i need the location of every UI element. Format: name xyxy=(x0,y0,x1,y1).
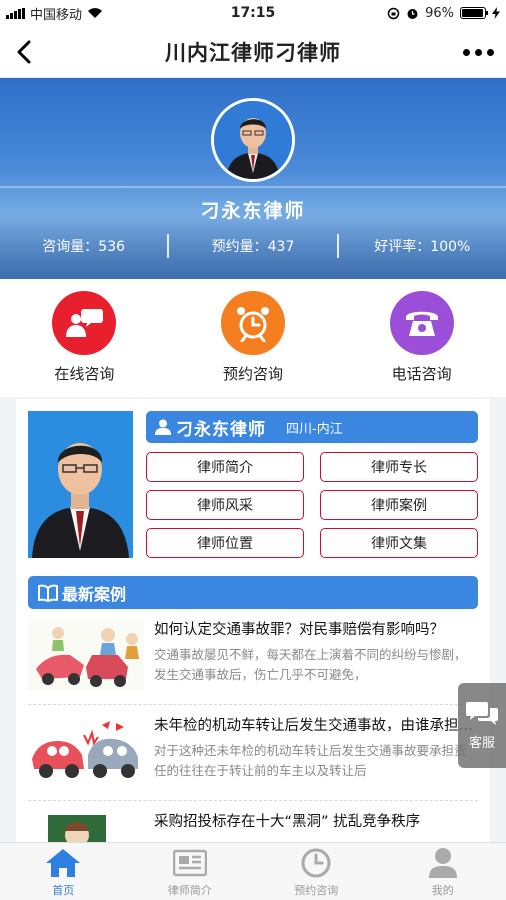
lawyer-card: 刁永东律师 四川-内江 律师简介 律师专长 律师风采 律师案例 律师位置 律师文… xyxy=(16,399,490,897)
carrier-label: 中国移动 xyxy=(30,7,83,23)
more-dot-icon xyxy=(463,48,470,56)
case-text: 如何认定交通事故罪？对民事赔偿有影响吗？ 交通事故屡见不鲜，每天都在上演着不同的… xyxy=(154,619,478,704)
case-description: 对于这种还未年检的机动车转让后发生交通事故要承担责任的往往在于转让前的车主以及转… xyxy=(154,743,467,778)
customer-service-label: 客服 xyxy=(468,736,495,751)
wifi-icon xyxy=(88,8,103,18)
page-title: 川内江律师刁律师 xyxy=(165,40,341,65)
status-left: 中国移动 xyxy=(6,4,103,23)
latest-cases-title: 最新案例 xyxy=(62,584,127,604)
lawyer-articles-button[interactable]: 律师文集 xyxy=(320,528,478,558)
case-title: 未年检的机动车转让后发生交通事故，由谁承担责任？ xyxy=(154,718,478,734)
profile-lawyer-name: 刁永东律师 xyxy=(176,419,266,440)
case-thumbnail xyxy=(28,619,144,691)
profile-region: 四川-内江 xyxy=(286,421,343,437)
profile-name-bar: 刁永东律师 四川-内江 xyxy=(146,411,478,443)
case-description: 交通事故屡见不鲜，每天都在上演着不同的纠纷与惨剧，发生交通事故后，伤亡几乎不可避… xyxy=(154,647,467,682)
lawyer-location-button[interactable]: 律师位置 xyxy=(146,528,304,558)
profile-button-grid: 律师简介 律师专长 律师风采 律师案例 律师位置 律师文集 xyxy=(146,452,478,558)
customer-service-button[interactable]: 客服 xyxy=(458,683,506,768)
case-text: 未年检的机动车转让后发生交通事故，由谁承担责任？ 对于这种还未年检的机动车转让后… xyxy=(154,715,478,800)
stat-appointments: 预约量：437 xyxy=(211,239,295,255)
banner-lawyer-name: 刁永东律师 xyxy=(200,200,306,222)
more-dot-icon xyxy=(487,48,494,56)
appointment-consult-button[interactable]: 预约咨询 xyxy=(198,291,308,384)
battery-percent: 96% xyxy=(425,5,454,21)
stat-consultations: 咨询量：536 xyxy=(42,239,126,255)
alarm-icon xyxy=(407,8,418,19)
alarm-clock-icon xyxy=(220,291,285,355)
chevron-left-icon xyxy=(17,40,31,64)
case-item[interactable]: 未年检的机动车转让后发生交通事故，由谁承担责任？ 对于这种还未年检的机动车转让后… xyxy=(28,705,478,801)
tab-mine[interactable]: 我的 xyxy=(380,843,506,900)
tab-mine-label: 我的 xyxy=(431,884,454,897)
online-consult-button[interactable]: 在线咨询 xyxy=(29,291,139,384)
telephone-icon xyxy=(389,291,454,355)
newspaper-icon xyxy=(172,846,207,880)
more-dot-icon xyxy=(475,48,482,56)
chat-icon xyxy=(466,702,498,725)
tab-lawyer-intro[interactable]: 律师简介 xyxy=(127,843,254,900)
rotation-lock-icon xyxy=(387,7,400,19)
tab-appointment[interactable]: 预约咨询 xyxy=(253,843,380,900)
case-thumbnail xyxy=(28,715,144,787)
book-icon xyxy=(38,584,58,602)
lawyer-gallery-button[interactable]: 律师风采 xyxy=(146,490,304,520)
stats-row: 咨询量：536 预约量：437 好评率：100% xyxy=(0,234,506,258)
charging-icon xyxy=(492,7,500,19)
tab-bar: 首页 律师简介 预约咨询 我的 xyxy=(0,842,506,900)
tab-appointment-label: 预约咨询 xyxy=(294,884,339,897)
back-button[interactable] xyxy=(10,38,38,66)
clock-icon xyxy=(300,846,332,880)
online-consult-label: 在线咨询 xyxy=(54,365,115,383)
lawyer-intro-button[interactable]: 律师简介 xyxy=(146,452,304,482)
phone-consult-label: 电话咨询 xyxy=(391,365,452,383)
case-title: 采购招投标存在十大“黑洞” 扰乱竞争秩序 xyxy=(154,814,421,830)
home-icon xyxy=(45,846,81,880)
profile-banner: 刁永东律师 咨询量：536 预约量：437 好评率：100% xyxy=(0,78,506,279)
avatar-photo xyxy=(214,101,292,179)
stat-rating: 好评率：100% xyxy=(374,239,471,255)
quick-actions: 在线咨询 预约咨询 电话咨询 xyxy=(0,279,506,397)
latest-cases-header: 最新案例 xyxy=(28,576,478,609)
user-icon xyxy=(155,419,171,435)
case-title: 如何认定交通事故罪？对民事赔偿有影响吗？ xyxy=(154,622,444,638)
nav-bar: 川内江律师刁律师 xyxy=(0,26,506,78)
appointment-consult-label: 预约咨询 xyxy=(222,365,283,383)
tab-home-label: 首页 xyxy=(52,884,75,897)
tab-lawyer-intro-label: 律师简介 xyxy=(167,884,212,897)
status-bar: 中国移动 17:15 96% xyxy=(0,0,506,26)
banner-horizon xyxy=(0,186,506,188)
profile-details: 刁永东律师 四川-内江 律师简介 律师专长 律师风采 律师案例 律师位置 律师文… xyxy=(146,411,478,558)
lawyer-profile: 刁永东律师 四川-内江 律师简介 律师专长 律师风采 律师案例 律师位置 律师文… xyxy=(16,399,490,558)
signal-icon xyxy=(6,7,25,19)
chat-bubble-icon xyxy=(52,291,117,355)
status-right: 96% xyxy=(387,6,500,21)
battery-icon xyxy=(460,7,488,19)
lawyer-photo[interactable] xyxy=(28,411,133,558)
tab-home[interactable]: 首页 xyxy=(0,843,127,900)
phone-consult-button[interactable]: 电话咨询 xyxy=(367,291,477,384)
lawyer-expertise-button[interactable]: 律师专长 xyxy=(320,452,478,482)
person-icon xyxy=(428,846,458,880)
more-menu-button[interactable] xyxy=(463,40,494,64)
lawyer-cases-button[interactable]: 律师案例 xyxy=(320,490,478,520)
avatar[interactable] xyxy=(211,98,295,182)
case-item[interactable]: 如何认定交通事故罪？对民事赔偿有影响吗？ 交通事故屡见不鲜，每天都在上演着不同的… xyxy=(28,609,478,705)
